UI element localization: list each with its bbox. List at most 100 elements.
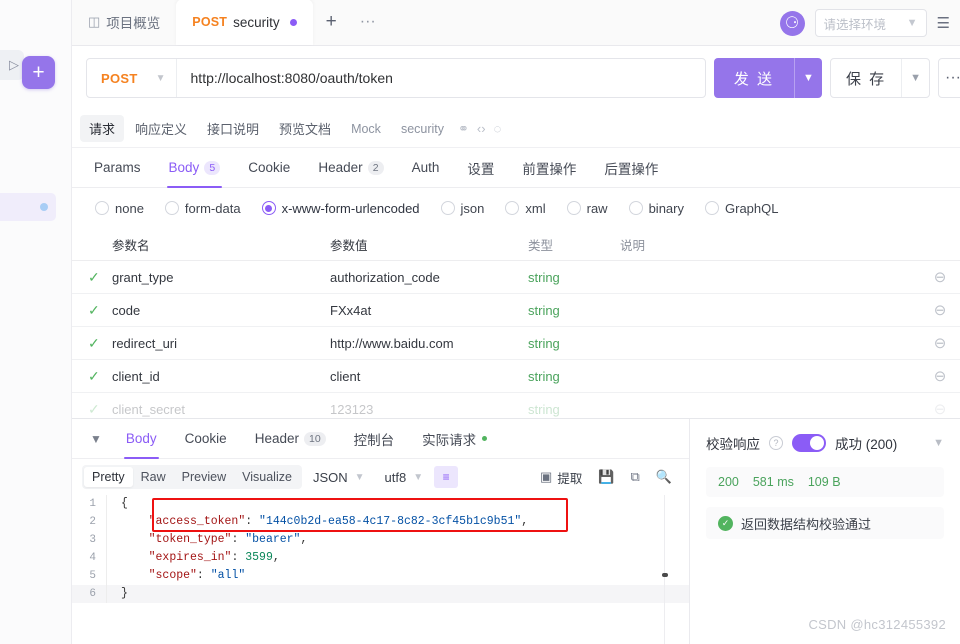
body-type-raw[interactable]: raw bbox=[558, 201, 617, 216]
remove-row-button[interactable]: ⊖ bbox=[920, 400, 960, 418]
view-mode-Pretty[interactable]: Pretty bbox=[84, 467, 133, 487]
row-enabled-checkbox[interactable]: ✓ bbox=[72, 269, 112, 286]
wrap-text-icon[interactable]: ≡ bbox=[434, 466, 459, 488]
code-icon[interactable]: ‹› bbox=[474, 121, 489, 136]
request-tab-Header[interactable]: Header 2 bbox=[304, 148, 397, 188]
rail-collapsed-item[interactable]: ▷ bbox=[0, 50, 24, 80]
response-tab-Cookie[interactable]: Cookie bbox=[171, 419, 241, 459]
body-type-json[interactable]: json bbox=[432, 201, 494, 216]
request-tab-Body[interactable]: Body 5 bbox=[155, 148, 235, 188]
doc-subtab-预览文档[interactable]: 预览文档 bbox=[270, 115, 340, 142]
request-tab-后置操作[interactable]: 后置操作 bbox=[590, 148, 672, 188]
response-code-viewer[interactable]: 1{2 "access_token": "144c0b2d-ea58-4c17-… bbox=[72, 495, 689, 644]
param-name-cell[interactable]: client_id bbox=[112, 369, 330, 384]
extract-button[interactable]: ▣ 提取 bbox=[533, 468, 589, 487]
param-name-cell[interactable]: code bbox=[112, 303, 330, 318]
remove-row-button[interactable]: ⊖ bbox=[920, 268, 960, 286]
download-button[interactable]: 💾 bbox=[591, 469, 621, 485]
row-enabled-checkbox[interactable]: ✓ bbox=[72, 302, 112, 319]
row-enabled-checkbox[interactable]: ✓ bbox=[72, 401, 112, 418]
request-tab-Auth[interactable]: Auth bbox=[398, 148, 454, 188]
copy-button[interactable]: ⧉ bbox=[624, 469, 647, 485]
radio-icon bbox=[505, 201, 520, 215]
send-button[interactable]: 发 送 ▼ bbox=[713, 58, 822, 98]
chevron-down-icon[interactable]: ▼ bbox=[80, 432, 112, 446]
param-name-cell[interactable]: grant_type bbox=[112, 270, 330, 285]
encoding-select[interactable]: utf8 ▼ bbox=[376, 470, 433, 485]
param-value-cell[interactable]: FXx4at bbox=[330, 303, 528, 318]
vertical-scrollbar-track[interactable] bbox=[664, 495, 665, 644]
tab-more-button[interactable]: ··· bbox=[350, 0, 386, 45]
validation-toggle[interactable] bbox=[792, 434, 826, 452]
row-enabled-checkbox[interactable]: ✓ bbox=[72, 335, 112, 352]
table-row[interactable]: ✓ code FXx4at string ⊖ bbox=[72, 294, 960, 327]
response-tab-Body[interactable]: Body bbox=[112, 419, 171, 459]
request-tab-Cookie[interactable]: Cookie bbox=[234, 148, 304, 188]
row-enabled-checkbox[interactable]: ✓ bbox=[72, 368, 112, 385]
body-type-xml[interactable]: xml bbox=[496, 201, 554, 216]
question-icon[interactable]: ? bbox=[769, 436, 783, 450]
add-button[interactable]: + bbox=[22, 56, 55, 89]
param-type-cell[interactable]: string bbox=[528, 270, 620, 285]
chevron-down-icon[interactable]: ▼ bbox=[902, 72, 929, 84]
param-value-cell[interactable]: authorization_code bbox=[330, 270, 528, 285]
param-name-cell[interactable]: redirect_uri bbox=[112, 336, 330, 351]
table-row[interactable]: ✓ client_secret 123123 string ⊖ bbox=[72, 393, 960, 419]
remove-row-button[interactable]: ⊖ bbox=[920, 301, 960, 319]
share-icon[interactable]: ◌ bbox=[491, 121, 505, 136]
body-type-GraphQL[interactable]: GraphQL bbox=[696, 201, 787, 216]
url-input[interactable] bbox=[176, 70, 705, 86]
view-mode-Raw[interactable]: Raw bbox=[133, 467, 174, 487]
chevron-down-icon[interactable]: ▼ bbox=[933, 437, 944, 449]
param-value-cell[interactable]: client bbox=[330, 369, 528, 384]
link-icon[interactable]: ⚭ bbox=[455, 121, 472, 137]
radio-icon bbox=[261, 201, 276, 215]
search-button[interactable]: 🔍 bbox=[649, 469, 679, 485]
request-tab-前置操作[interactable]: 前置操作 bbox=[508, 148, 590, 188]
rail-list-item[interactable] bbox=[0, 193, 56, 221]
response-tab-Header[interactable]: Header 10 bbox=[241, 419, 340, 459]
param-type-cell[interactable]: string bbox=[528, 336, 620, 351]
response-tab-控制台[interactable]: 控制台 bbox=[340, 419, 409, 459]
param-value-cell[interactable]: http://www.baidu.com bbox=[330, 336, 528, 351]
param-type-cell[interactable]: string bbox=[528, 369, 620, 384]
request-tab-设置[interactable]: 设置 bbox=[453, 148, 508, 188]
view-mode-Visualize[interactable]: Visualize bbox=[234, 467, 300, 487]
request-tab-Params[interactable]: Params bbox=[80, 148, 155, 188]
save-button[interactable]: 保 存 ▼ bbox=[829, 58, 930, 98]
format-select[interactable]: JSON ▼ bbox=[304, 470, 374, 485]
environment-select[interactable]: 请选择环境 ▼ bbox=[814, 9, 927, 37]
response-tab-实际请求[interactable]: 实际请求 bbox=[408, 419, 501, 459]
body-type-none[interactable]: none bbox=[86, 201, 153, 216]
menu-icon[interactable]: ☰ bbox=[937, 14, 954, 32]
doc-subtab-响应定义[interactable]: 响应定义 bbox=[126, 115, 196, 142]
vertical-scrollbar-thumb[interactable] bbox=[662, 573, 668, 577]
doc-subtab-security[interactable]: security bbox=[392, 118, 453, 140]
method-select[interactable]: POST ▼ bbox=[87, 59, 177, 97]
body-type-form-data[interactable]: form-data bbox=[156, 201, 250, 216]
table-header-row: 参数名 参数值 类型 说明 bbox=[72, 228, 960, 261]
view-mode-Preview[interactable]: Preview bbox=[174, 467, 234, 487]
param-name-cell[interactable]: client_secret bbox=[112, 402, 330, 417]
param-type-cell[interactable]: string bbox=[528, 402, 620, 417]
table-row[interactable]: ✓ grant_type authorization_code string ⊖ bbox=[72, 261, 960, 294]
table-row[interactable]: ✓ redirect_uri http://www.baidu.com string ⊖ bbox=[72, 327, 960, 360]
new-tab-button[interactable]: + bbox=[313, 0, 350, 45]
body-type-binary[interactable]: binary bbox=[620, 201, 693, 216]
table-row[interactable]: ✓ client_id client string ⊖ bbox=[72, 360, 960, 393]
app-root: ▷ + ◫ 项目概览 POST security + ··· ⚆ 请选择环境 ▼… bbox=[0, 0, 960, 644]
tab-project-overview[interactable]: ◫ 项目概览 bbox=[72, 0, 176, 45]
chevron-down-icon[interactable]: ▼ bbox=[795, 72, 822, 84]
param-value-cell[interactable]: 123123 bbox=[330, 402, 528, 417]
remove-row-button[interactable]: ⊖ bbox=[920, 367, 960, 385]
tab-request-security[interactable]: POST security bbox=[176, 0, 313, 45]
doc-subtab-接口说明[interactable]: 接口说明 bbox=[198, 115, 268, 142]
doc-subtab-请求[interactable]: 请求 bbox=[80, 115, 125, 142]
doc-subtab-Mock[interactable]: Mock bbox=[342, 118, 390, 140]
body-type-x-www-form-urlencoded[interactable]: x-www-form-urlencoded bbox=[253, 201, 429, 216]
compass-icon[interactable]: ⚆ bbox=[779, 10, 805, 36]
param-type-cell[interactable]: string bbox=[528, 303, 620, 318]
more-actions-button[interactable]: ··· bbox=[938, 58, 960, 98]
remove-row-button[interactable]: ⊖ bbox=[920, 334, 960, 352]
body-type-label: binary bbox=[648, 200, 684, 216]
